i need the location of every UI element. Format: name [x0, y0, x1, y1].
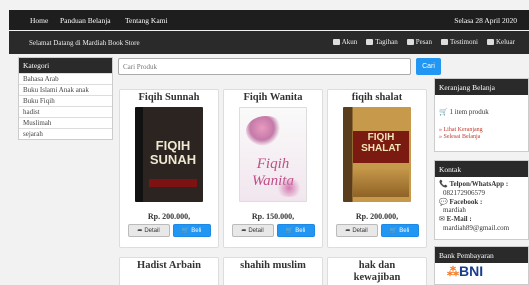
contact-title: Kontak: [435, 161, 528, 177]
phone-icon: 📞: [439, 180, 448, 188]
product-cover[interactable]: Fiqih Wanita: [239, 107, 307, 202]
product-title[interactable]: hak dan kewajiban: [328, 258, 426, 283]
product-title[interactable]: shahih muslim: [224, 258, 322, 271]
user-icon: [332, 39, 340, 45]
product-card: Hadist Arbain: [119, 257, 219, 285]
akun-link[interactable]: Akun: [332, 38, 357, 46]
cart-icon: 🛒: [285, 228, 294, 234]
cart-icon: 🛒: [439, 108, 448, 116]
product-card: shahih muslim: [223, 257, 323, 285]
category-item[interactable]: Buku Fiqih: [19, 95, 112, 106]
product-price: Rp. 200.000,: [147, 212, 191, 221]
category-item[interactable]: hadist: [19, 106, 112, 117]
bank-panel: Bank Pembayaran ⁂BNI: [434, 246, 529, 285]
product-card: hak dan kewajiban: [327, 257, 427, 285]
detail-button[interactable]: ➦ Detail: [335, 224, 378, 237]
logout-icon: [486, 39, 494, 45]
buy-button[interactable]: 🛒 Beli: [172, 224, 211, 237]
cart-title: Keranjang Belanja: [435, 79, 528, 95]
product-card: Fiqih Wanita Fiqih Wanita Rp. 150.000, ➦…: [223, 89, 323, 248]
cart-panel: Keranjang Belanja 🛒 1 item produk » Liha…: [434, 78, 529, 152]
category-item[interactable]: sejarah: [19, 128, 112, 139]
invoice-icon: [366, 39, 374, 45]
product-card: fiqih shalat FIQIH SHALAT Rp. 200.000, ➦…: [327, 89, 427, 248]
category-item[interactable]: Buku Islami Anak anak: [19, 84, 112, 95]
welcome-text: Selamat Datang di Mardiah Book Store: [29, 39, 140, 47]
detail-button[interactable]: ➦ Detail: [127, 224, 170, 237]
facebook-icon: 💬: [439, 197, 448, 206]
current-date: Selasa 28 April 2020: [454, 16, 517, 25]
search-button[interactable]: Cari: [416, 58, 441, 75]
keluar-link[interactable]: Keluar: [486, 38, 515, 46]
cover-text: FIQIH SHALAT: [361, 132, 401, 154]
category-panel: Kategori Bahasa Arab Buku Islami Anak an…: [18, 57, 113, 140]
tagihan-link[interactable]: Tagihan: [366, 38, 398, 46]
product-cover[interactable]: FIQIH SHALAT: [343, 107, 411, 202]
cart-icon: 🛒: [389, 228, 398, 234]
product-card: Fiqih Sunnah FIQIH SUNAH Rp. 200.000, ➦ D…: [119, 89, 219, 248]
bni-logo-icon: ⁂: [447, 265, 459, 279]
contact-panel: Kontak 📞 Telpon/WhatsApp : 082172906579 …: [434, 160, 529, 240]
facebook-name: mardiah: [443, 206, 466, 215]
checkout-link[interactable]: » Selesai Belanja: [439, 134, 524, 142]
pesan-link[interactable]: Pesan: [406, 38, 432, 46]
search-input[interactable]: [118, 58, 411, 75]
top-navbar: Home Panduan Belanja Tentang Kami Selasa…: [9, 10, 529, 30]
product-price: Rp. 200.000,: [355, 212, 399, 221]
nav-panduan-link[interactable]: Panduan Belanja: [60, 16, 111, 25]
product-cover[interactable]: FIQIH SUNAH: [135, 107, 203, 202]
view-cart-link[interactable]: » Lihat Keranjang: [439, 127, 524, 135]
product-title[interactable]: Hadist Arbain: [120, 258, 218, 271]
product-title[interactable]: fiqih shalat: [328, 90, 426, 103]
arrow-icon: ➦: [345, 228, 351, 234]
category-title: Kategori: [19, 58, 112, 73]
detail-button[interactable]: ➦ Detail: [231, 224, 274, 237]
nav-home-link[interactable]: Home: [30, 16, 48, 25]
arrow-icon: ➦: [241, 228, 247, 234]
bni-logo: ⁂BNI: [447, 263, 484, 279]
testimoni-link[interactable]: Testimoni: [441, 38, 478, 46]
buy-button[interactable]: 🛒 Beli: [276, 224, 315, 237]
product-title[interactable]: Fiqih Sunnah: [120, 90, 218, 103]
cart-count: 1 item produk: [449, 108, 489, 116]
bank-title: Bank Pembayaran: [435, 247, 528, 263]
search-bar: Cari: [118, 58, 446, 76]
product-title[interactable]: Fiqih Wanita: [224, 90, 322, 103]
category-item[interactable]: Muslimah: [19, 117, 112, 128]
buy-button[interactable]: 🛒 Beli: [380, 224, 419, 237]
cover-text: FIQIH SUNAH: [149, 138, 197, 167]
nav-tentang-link[interactable]: Tentang Kami: [125, 16, 168, 25]
arrow-icon: ➦: [137, 228, 143, 234]
cart-icon: 🛒: [181, 228, 190, 234]
phone-number: 082172906579: [443, 188, 485, 197]
email-address: mardiah89@gmail.com: [443, 223, 510, 232]
message-icon: [406, 39, 414, 45]
email-icon: ✉: [439, 215, 445, 223]
product-price: Rp. 150.000,: [251, 212, 295, 221]
user-bar: Selamat Datang di Mardiah Book Store Aku…: [9, 31, 529, 54]
category-item[interactable]: Bahasa Arab: [19, 73, 112, 84]
testimonial-icon: [441, 39, 449, 45]
